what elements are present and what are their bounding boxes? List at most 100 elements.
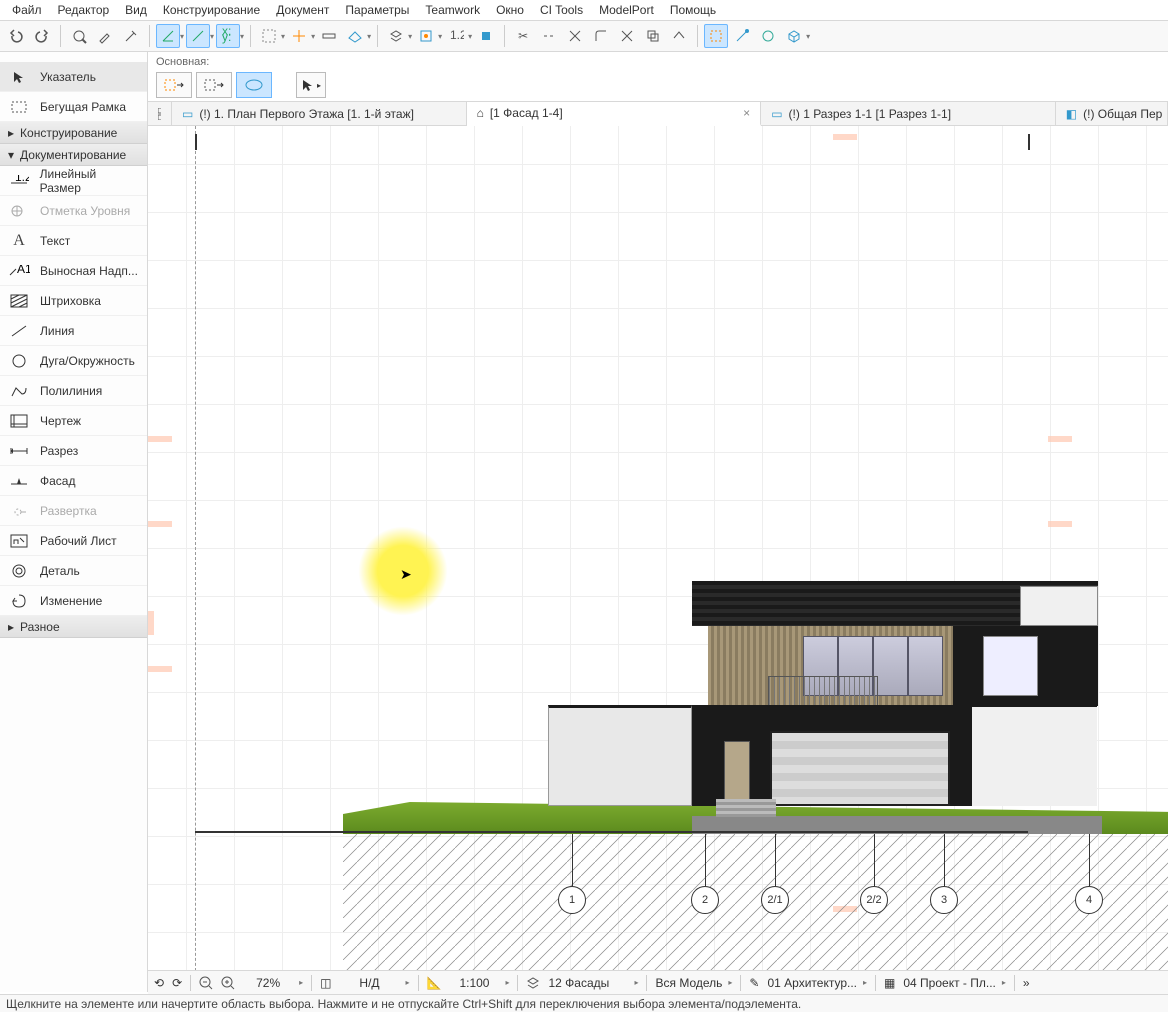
axis-marker-2-2: 2/2 xyxy=(860,886,888,914)
nav-back-button[interactable]: ⟲ xyxy=(154,976,164,990)
tool-text[interactable]: AТекст xyxy=(0,226,147,256)
elevation-icon xyxy=(8,472,30,490)
menu-modelport[interactable]: ModelPort xyxy=(591,1,662,19)
zoom-value[interactable]: 72% xyxy=(243,976,293,990)
pick-button[interactable] xyxy=(67,24,91,48)
tool-label: Линейный Размер xyxy=(40,167,139,195)
model-value[interactable]: Вся Модель xyxy=(655,976,722,990)
tool-pointer[interactable]: Указатель xyxy=(0,62,147,92)
geom-method-3[interactable] xyxy=(236,72,272,98)
margin-marker xyxy=(1048,521,1072,527)
axis-marker-4: 4 xyxy=(1075,886,1103,914)
close-icon[interactable]: × xyxy=(743,106,750,120)
section-icon xyxy=(8,442,30,460)
tool-hatch[interactable]: Штриховка xyxy=(0,286,147,316)
measure-angle-button[interactable] xyxy=(156,24,180,48)
pen-button[interactable] xyxy=(474,24,498,48)
tab-section[interactable]: ▭(!) 1 Разрез 1-1 [1 Разрез 1-1] xyxy=(761,102,1056,125)
arrow-mode[interactable]: ▸ xyxy=(296,72,326,98)
trace-button[interactable] xyxy=(704,24,728,48)
tool-label: Изменение xyxy=(40,594,102,608)
menu-window[interactable]: Окно xyxy=(488,1,532,19)
tool-linear-dim[interactable]: 1.2Линейный Размер xyxy=(0,166,147,196)
menu-file[interactable]: Файл xyxy=(4,1,50,19)
snap-guide-button[interactable] xyxy=(287,24,311,48)
cut-button[interactable]: ✂ xyxy=(511,24,535,48)
tab-perspective[interactable]: ◧(!) Общая Пер xyxy=(1056,102,1168,125)
tool-polyline[interactable]: Полилиния xyxy=(0,376,147,406)
suspend-button[interactable] xyxy=(756,24,780,48)
tool-arc[interactable]: Дуга/Окружность xyxy=(0,346,147,376)
nav-fwd-button[interactable]: ⟳ xyxy=(172,976,182,990)
tab-elevation[interactable]: ⌂[1 Фасад 1-4]× xyxy=(467,102,762,126)
menu-document[interactable]: Документ xyxy=(268,1,337,19)
menu-teamwork[interactable]: Teamwork xyxy=(417,1,488,19)
offset-button[interactable] xyxy=(641,24,665,48)
tool-label: Текст xyxy=(40,234,70,248)
tool-marquee[interactable]: Бегущая Рамка xyxy=(0,92,147,122)
tool-elevation[interactable]: Фасад xyxy=(0,466,147,496)
plane-button[interactable] xyxy=(343,24,367,48)
group-misc[interactable]: ▸Разное xyxy=(0,616,147,638)
drawing-canvas[interactable]: ➤ xyxy=(148,126,1168,992)
bottom-nav-bar: ⟲ ⟳ 72% ▸ ◫ Н/Д ▸ 📐 1:100 ▸ 12 Фасады ▸ … xyxy=(148,970,1168,994)
svg-text:A1: A1 xyxy=(17,265,30,276)
measure-coord-button[interactable]: x:y: xyxy=(216,24,240,48)
more-icon[interactable]: » xyxy=(1023,976,1030,990)
menu-view[interactable]: Вид xyxy=(117,1,155,19)
fillet-button[interactable] xyxy=(589,24,613,48)
split-button[interactable] xyxy=(563,24,587,48)
group-design[interactable]: ▸Конструирование xyxy=(0,122,147,144)
roof-tool-button[interactable] xyxy=(667,24,691,48)
trim-button[interactable] xyxy=(537,24,561,48)
scale-icon: 📐 xyxy=(427,976,442,990)
tool-worksheet[interactable]: Рабочий Лист xyxy=(0,526,147,556)
attrs-button[interactable] xyxy=(414,24,438,48)
menu-design[interactable]: Конструирование xyxy=(155,1,268,19)
orientation-button[interactable]: ◫ xyxy=(320,976,331,990)
zoom-out-button[interactable] xyxy=(199,976,213,990)
project-value[interactable]: 04 Проект - Пл... xyxy=(903,976,996,990)
tool-label[interactable]: A1Выносная Надп... xyxy=(0,256,147,286)
tool-drawing[interactable]: Чертеж xyxy=(0,406,147,436)
geom-method-1[interactable] xyxy=(156,72,192,98)
tool-change[interactable]: Изменение xyxy=(0,586,147,616)
scale-value[interactable]: 1:100 xyxy=(449,976,499,990)
geom-method-2[interactable] xyxy=(196,72,232,98)
tool-label: Штриховка xyxy=(40,294,101,308)
group-documentation[interactable]: ▾Документирование xyxy=(0,144,147,166)
tab-grid-button[interactable] xyxy=(148,102,172,125)
edit-elem-button[interactable] xyxy=(730,24,754,48)
ruler-button[interactable] xyxy=(317,24,341,48)
nd-value[interactable]: Н/Д xyxy=(339,976,399,990)
menu-options[interactable]: Параметры xyxy=(337,1,417,19)
tab-floorplan[interactable]: ▭(!) 1. План Первого Этажа [1. 1-й этаж] xyxy=(172,102,467,125)
layerset-value[interactable]: 12 Фасады xyxy=(548,976,628,990)
zoom-in-button[interactable] xyxy=(221,976,235,990)
tool-line[interactable]: Линия xyxy=(0,316,147,346)
dim-style-button[interactable]: 1.2 xyxy=(444,24,468,48)
eyedropper-button[interactable] xyxy=(93,24,117,48)
3d-button[interactable] xyxy=(782,24,806,48)
redo-button[interactable] xyxy=(30,24,54,48)
tool-unfold[interactable]: Развертка xyxy=(0,496,147,526)
layers-button[interactable] xyxy=(384,24,408,48)
status-text: Щелкните на элементе или начертите облас… xyxy=(6,997,801,1011)
arch-value[interactable]: 01 Архитектур... xyxy=(767,976,857,990)
group-label: Разное xyxy=(20,620,60,634)
menu-editor[interactable]: Редактор xyxy=(50,1,118,19)
syringe-button[interactable] xyxy=(119,24,143,48)
menu-citools[interactable]: CI Tools xyxy=(532,1,591,19)
tool-label: Чертеж xyxy=(40,414,81,428)
tool-detail[interactable]: Деталь xyxy=(0,556,147,586)
layers-icon xyxy=(526,976,540,990)
tool-level[interactable]: Отметка Уровня xyxy=(0,196,147,226)
label-icon: A1 xyxy=(8,262,30,280)
margin-marker xyxy=(148,521,172,527)
measure-line-button[interactable] xyxy=(186,24,210,48)
undo-button[interactable] xyxy=(4,24,28,48)
intersect-button[interactable] xyxy=(615,24,639,48)
grid-snap-button[interactable] xyxy=(257,24,281,48)
tool-section[interactable]: Разрез xyxy=(0,436,147,466)
menu-help[interactable]: Помощь xyxy=(662,1,724,19)
